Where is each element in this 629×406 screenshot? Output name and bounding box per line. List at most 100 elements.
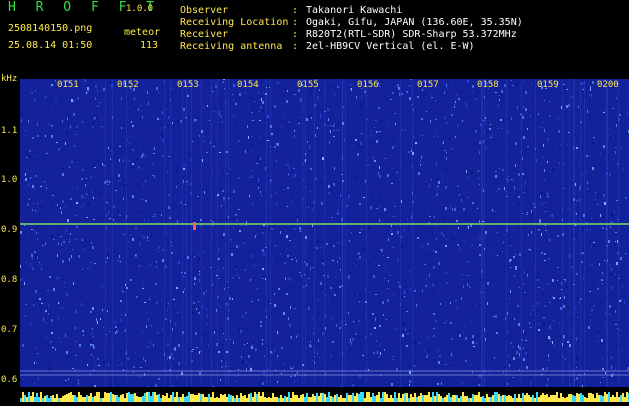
signal-bar [54,398,56,402]
noise-speck [139,214,140,215]
noise-speck [46,335,47,338]
noise-speck [499,214,501,217]
noise-speck [39,304,41,307]
noise-speck [37,202,38,205]
noise-speck [625,176,626,179]
noise-speck [625,197,627,199]
noise-speck [187,119,189,120]
noise-speck [566,286,567,288]
noise-speck [236,245,238,248]
noise-speck [260,136,261,139]
noise-speck [94,167,96,168]
noise-speck [188,337,189,339]
signal-bar [400,398,402,402]
noise-speck [545,202,546,203]
noise-speck [34,293,35,294]
noise-speck [199,372,201,375]
signal-bar [80,395,82,402]
noise-speck [262,339,263,341]
noise-speck [153,153,155,154]
noise-speck [209,241,211,243]
noise-speck [45,164,46,167]
noise-speck [271,194,272,197]
noise-speck [165,180,167,181]
noise-speck [95,379,97,380]
noise-speck [36,100,37,102]
noise-speck [434,216,435,218]
noise-speck [494,357,495,359]
signal-bar [582,395,584,402]
noise-speck [391,233,393,235]
noise-speck [99,303,100,306]
noise-speck [124,172,125,174]
noise-speck [294,130,295,132]
noise-speck [378,242,379,245]
noise-speck [531,84,533,85]
noise-speck [293,382,295,384]
noise-speck [372,313,374,315]
noise-speck [335,277,337,278]
noise-speck [21,204,22,206]
noise-speck [109,331,111,332]
noise-speck [287,164,289,166]
noise-speck [409,384,410,386]
signal-bar [262,392,264,402]
noise-speck [496,232,498,233]
signal-bar [328,392,330,402]
signal-bar [434,396,436,402]
noise-speck [436,193,438,196]
noise-speck [95,360,96,362]
noise-speck [603,112,605,113]
noise-speck [405,328,406,331]
noise-streak [266,79,267,387]
noise-speck [106,227,107,230]
noise-speck [367,150,368,151]
noise-speck [463,285,464,288]
noise-speck [465,215,467,217]
noise-speck [161,214,162,216]
noise-speck [97,313,98,315]
noise-speck [364,151,365,152]
noise-speck [431,179,432,180]
noise-speck [76,226,78,228]
noise-speck [71,341,73,342]
noise-speck [361,95,363,98]
noise-speck [35,189,36,190]
noise-speck [349,277,350,280]
noise-speck [218,249,220,251]
noise-speck [375,194,377,195]
noise-speck [395,123,396,125]
noise-streak [580,79,581,387]
noise-speck [551,324,553,325]
noise-speck [368,227,370,230]
noise-speck [589,322,591,323]
noise-speck [380,206,381,208]
noise-speck [143,183,144,186]
noise-speck [48,364,50,366]
signal-bar [330,396,332,402]
noise-speck [25,129,27,132]
noise-speck [499,99,500,101]
noise-speck [472,335,474,338]
noise-speck [507,226,508,227]
noise-speck [523,80,525,83]
noise-speck [523,183,525,186]
noise-speck [328,334,329,337]
noise-speck [121,287,122,290]
noise-speck [260,321,262,323]
noise-speck [128,105,129,107]
noise-speck [458,187,459,190]
noise-speck [502,251,503,252]
noise-speck [252,255,254,257]
noise-speck [615,241,616,242]
noise-speck [306,285,307,286]
noise-speck [458,227,459,229]
noise-speck [309,344,311,347]
noise-speck [350,176,351,177]
noise-streak [302,79,303,387]
noise-speck [86,217,88,218]
noise-speck [249,177,250,178]
noise-speck [307,143,309,144]
noise-speck [238,373,239,376]
signal-bar [496,392,498,402]
